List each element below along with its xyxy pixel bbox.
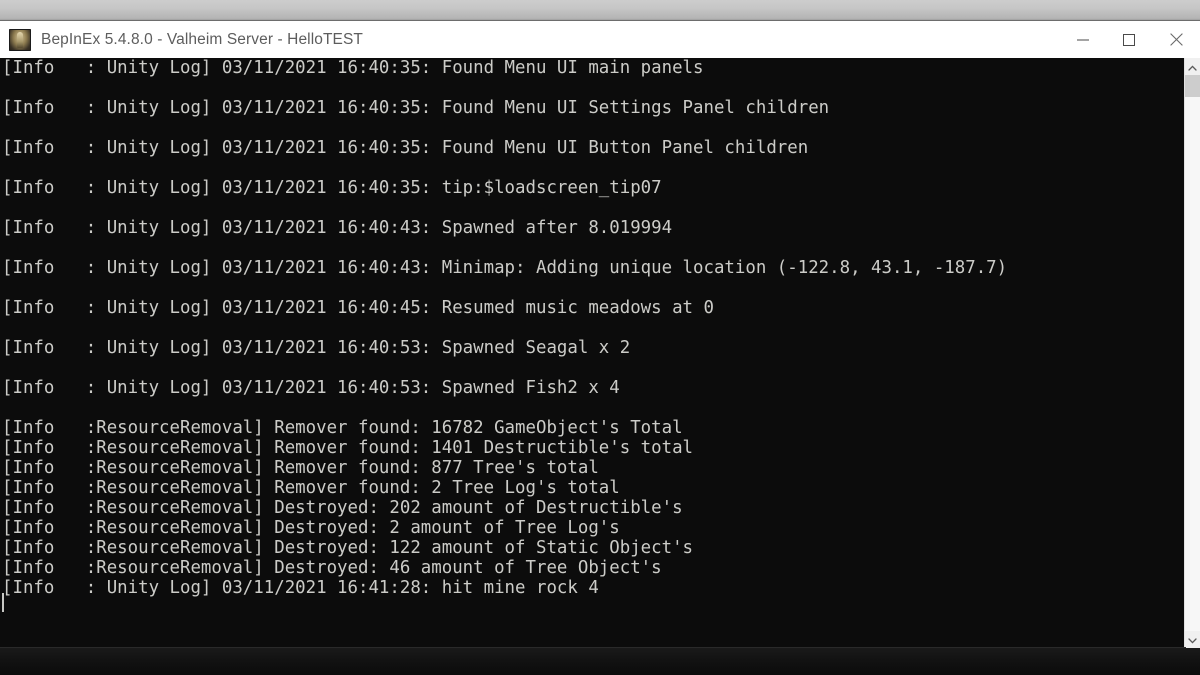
- console-line: [Info : Unity Log] 03/11/2021 16:41:28: …: [2, 578, 599, 598]
- window-controls: [1060, 21, 1200, 58]
- console-scrollbar[interactable]: [1184, 58, 1200, 648]
- console-line: [Info :ResourceRemoval] Destroyed: 202 a…: [2, 498, 683, 518]
- maximize-button[interactable]: [1106, 21, 1152, 58]
- minimize-button[interactable]: [1060, 21, 1106, 58]
- window-bottom-filler: [0, 648, 1200, 675]
- console-line: [Info : Unity Log] 03/11/2021 16:40:43: …: [2, 258, 1008, 278]
- bepinex-console-window: BepInEx 5.4.8.0 - Valheim Server - Hello…: [0, 21, 1200, 675]
- scrollbar-up-button[interactable]: [1185, 58, 1200, 75]
- console-line: [Info :ResourceRemoval] Destroyed: 122 a…: [2, 538, 694, 558]
- console-line: [Info :ResourceRemoval] Remover found: 1…: [2, 418, 683, 438]
- console-line: [Info : Unity Log] 03/11/2021 16:40:35: …: [2, 178, 662, 198]
- console-text: [Info : Unity Log] 03/11/2021 16:40:35: …: [0, 58, 1184, 598]
- titlebar-left: BepInEx 5.4.8.0 - Valheim Server - Hello…: [0, 28, 1060, 51]
- console-line: [Info : Unity Log] 03/11/2021 16:40:53: …: [2, 378, 620, 398]
- window-title: BepInEx 5.4.8.0 - Valheim Server - Hello…: [41, 30, 363, 48]
- console-line: [Info : Unity Log] 03/11/2021 16:40:35: …: [2, 58, 704, 78]
- console-line: [Info : Unity Log] 03/11/2021 16:40:43: …: [2, 218, 673, 238]
- close-icon: [1169, 33, 1183, 46]
- console-output-area[interactable]: [Info : Unity Log] 03/11/2021 16:40:35: …: [0, 58, 1200, 648]
- window-titlebar[interactable]: BepInEx 5.4.8.0 - Valheim Server - Hello…: [0, 21, 1200, 59]
- console-line: [Info : Unity Log] 03/11/2021 16:40:53: …: [2, 338, 631, 358]
- console-line: [Info :ResourceRemoval] Remover found: 8…: [2, 458, 599, 478]
- valheim-app-icon: [9, 28, 31, 51]
- console-line: [Info :ResourceRemoval] Destroyed: 46 am…: [2, 558, 662, 578]
- close-button[interactable]: [1152, 21, 1200, 58]
- chevron-down-icon: [1188, 631, 1197, 649]
- text-cursor: [2, 593, 4, 612]
- minimize-icon: [1077, 34, 1089, 46]
- console-line: [Info :ResourceRemoval] Destroyed: 2 amo…: [2, 518, 620, 538]
- maximize-icon: [1123, 33, 1135, 46]
- chevron-up-icon: [1188, 58, 1197, 76]
- console-line: [Info :ResourceRemoval] Remover found: 2…: [2, 478, 620, 498]
- console-line: [Info : Unity Log] 03/11/2021 16:40:45: …: [2, 298, 714, 318]
- console-line: [Info : Unity Log] 03/11/2021 16:40:35: …: [2, 98, 830, 118]
- scrollbar-down-button[interactable]: [1185, 631, 1200, 648]
- screen: BepInEx 5.4.8.0 - Valheim Server - Hello…: [0, 0, 1200, 675]
- scrollbar-thumb[interactable]: [1185, 75, 1200, 97]
- background-window-strip: [0, 0, 1200, 21]
- console-line: [Info : Unity Log] 03/11/2021 16:40:35: …: [2, 138, 809, 158]
- scrollbar-track[interactable]: [1185, 75, 1200, 631]
- console-line: [Info :ResourceRemoval] Remover found: 1…: [2, 438, 694, 458]
